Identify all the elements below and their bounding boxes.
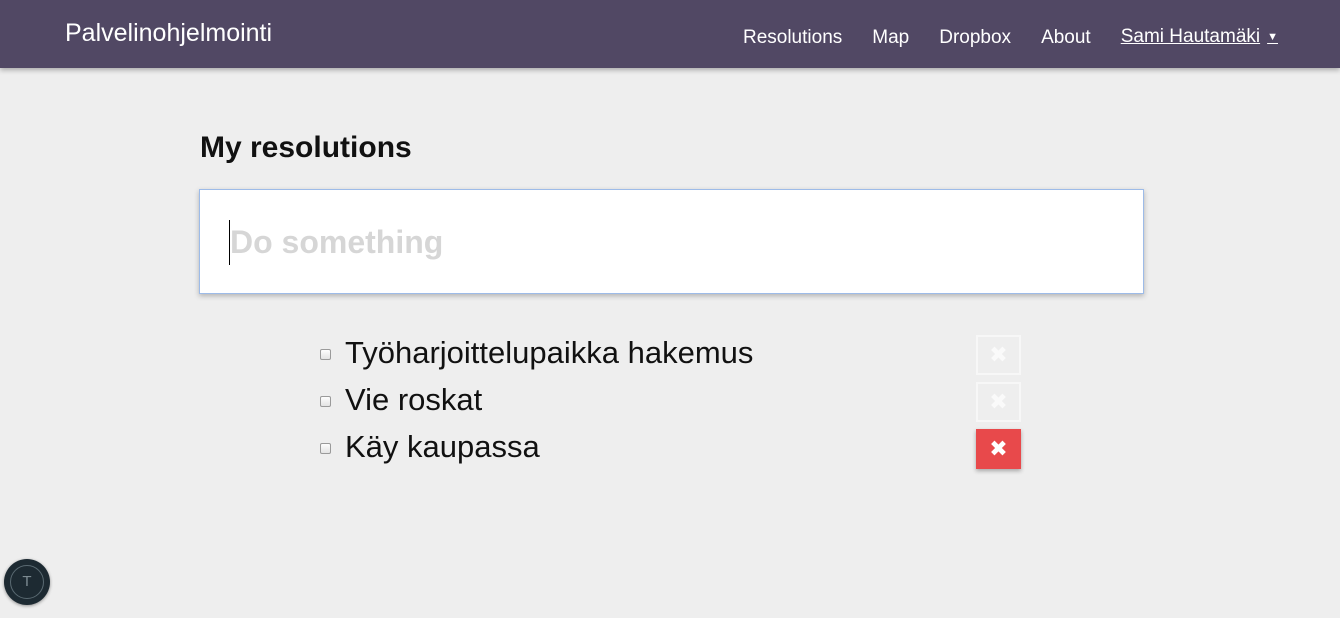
task-item: Vie roskat ✖ — [320, 382, 1022, 429]
top-navbar: Palvelinohjelmointi Resolutions Map Drop… — [0, 0, 1340, 68]
nav-link-resolutions[interactable]: Resolutions — [743, 26, 842, 50]
close-icon: ✖ — [989, 389, 1008, 414]
nav-link-about[interactable]: About — [1041, 26, 1091, 50]
task-checkbox[interactable] — [320, 349, 331, 360]
delete-task-button[interactable]: ✖ — [976, 335, 1021, 375]
corner-badge-button[interactable]: T — [4, 559, 50, 605]
delete-task-button[interactable]: ✖ — [976, 429, 1021, 469]
close-icon: ✖ — [989, 436, 1008, 461]
page-title: My resolutions — [200, 131, 412, 164]
nav-link-dropbox[interactable]: Dropbox — [939, 26, 1011, 50]
text-cursor — [229, 220, 230, 265]
delete-task-button[interactable]: ✖ — [976, 382, 1021, 422]
close-icon: ✖ — [989, 342, 1008, 367]
task-list: Työharjoittelupaikka hakemus ✖ Vie roska… — [320, 335, 1022, 476]
nav-link-map[interactable]: Map — [872, 26, 909, 50]
badge-letter: T — [10, 565, 44, 599]
task-item: Käy kaupassa ✖ — [320, 429, 1022, 476]
new-task-input[interactable] — [230, 220, 1110, 265]
chevron-down-icon: ▼ — [1267, 31, 1278, 43]
new-task-box — [199, 189, 1144, 294]
task-item: Työharjoittelupaikka hakemus ✖ — [320, 335, 1022, 382]
user-menu-dropdown[interactable]: Sami Hautamäki ▼ — [1121, 25, 1278, 51]
task-text: Työharjoittelupaikka hakemus — [345, 335, 754, 370]
user-name: Sami Hautamäki — [1120, 26, 1261, 47]
task-checkbox[interactable] — [320, 396, 331, 407]
task-text: Vie roskat — [345, 382, 483, 417]
task-checkbox[interactable] — [320, 443, 331, 454]
task-text: Käy kaupassa — [345, 429, 540, 464]
nav-links: Resolutions Map Dropbox About Sami Hauta… — [713, 25, 1278, 51]
brand-link[interactable]: Palvelinohjelmointi — [65, 18, 272, 48]
